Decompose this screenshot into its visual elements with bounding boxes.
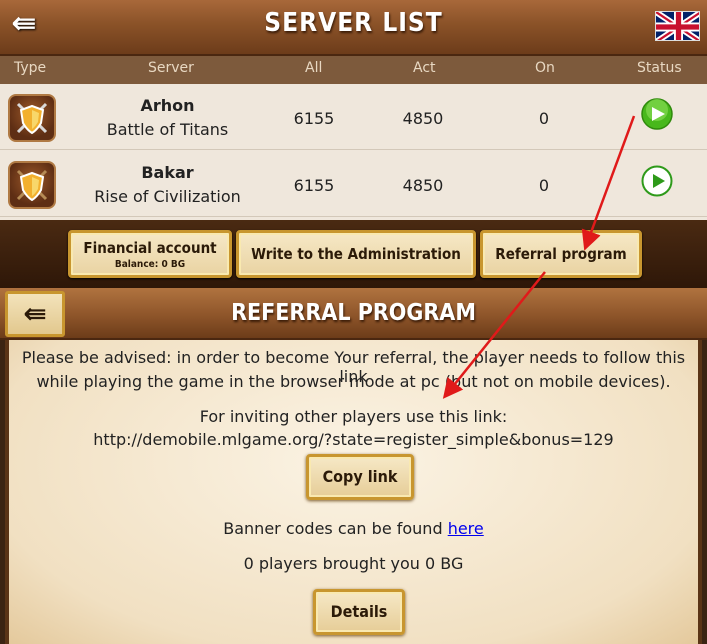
banner-codes-link[interactable]: here bbox=[448, 519, 484, 538]
column-on: On bbox=[535, 60, 555, 76]
shield-axes-icon bbox=[8, 161, 56, 209]
count-on: 0 bbox=[538, 109, 550, 128]
referral-panel: Please be advised: in order to become Yo… bbox=[5, 340, 702, 644]
count-act: 4850 bbox=[402, 176, 444, 195]
count-on: 0 bbox=[538, 176, 550, 195]
table-header: Type Server All Act On Status bbox=[0, 56, 707, 84]
balance-label: Balance: 0 BG bbox=[114, 259, 186, 270]
column-act: Act bbox=[413, 60, 436, 76]
uk-flag-graphic bbox=[656, 12, 699, 40]
page-title: SERVER LIST bbox=[264, 8, 443, 38]
count-act: 4850 bbox=[402, 109, 444, 128]
referral-header: ⇚ REFERRAL PROGRAM bbox=[0, 288, 707, 340]
column-all: All bbox=[305, 60, 323, 76]
table-row[interactable]: Bakar Rise of Civilization 6155 4850 0 bbox=[0, 151, 707, 217]
server-name: Bakar bbox=[141, 163, 194, 182]
server-name: Arhon bbox=[140, 96, 195, 115]
server-subtitle: Battle of Titans bbox=[106, 120, 229, 139]
top-header: ⇚ SERVER LIST bbox=[0, 0, 707, 56]
referral-program-label: Referral program bbox=[495, 245, 627, 263]
banner-codes-prefix: Banner codes can be found bbox=[223, 519, 448, 538]
banner-codes-text: Banner codes can be found here bbox=[9, 519, 698, 538]
invite-label: For inviting other players use this link… bbox=[199, 407, 508, 426]
copy-link-button[interactable]: Copy link bbox=[306, 454, 414, 500]
write-admin-label: Write to the Administration bbox=[251, 245, 461, 263]
referral-title: REFERRAL PROGRAM bbox=[231, 300, 476, 326]
play-green-filled-icon[interactable] bbox=[641, 98, 673, 130]
table-row[interactable]: Arhon Battle of Titans 6155 4850 0 bbox=[0, 84, 707, 150]
count-all: 6155 bbox=[293, 109, 335, 128]
shield-swords-icon bbox=[8, 94, 56, 142]
referral-program-button[interactable]: Referral program bbox=[480, 230, 642, 278]
server-subtitle: Rise of Civilization bbox=[94, 187, 241, 206]
financial-account-button[interactable]: Financial account Balance: 0 BG bbox=[68, 230, 232, 278]
column-server: Server bbox=[148, 60, 194, 76]
shield-swords-graphic bbox=[16, 102, 48, 135]
details-button[interactable]: Details bbox=[313, 589, 405, 635]
action-bar: Financial account Balance: 0 BG Write to… bbox=[0, 220, 707, 288]
play-filled-graphic bbox=[641, 98, 673, 130]
column-type: Type bbox=[14, 60, 47, 76]
server-list: Arhon Battle of Titans 6155 4850 0 Bakar… bbox=[0, 84, 707, 220]
write-admin-button[interactable]: Write to the Administration bbox=[236, 230, 476, 278]
play-outline-graphic bbox=[641, 165, 673, 197]
notice-line-2: while playing the game in the browser mo… bbox=[36, 372, 671, 391]
invite-link[interactable]: http://demobile.mlgame.org/?state=regist… bbox=[9, 430, 698, 449]
financial-account-label: Financial account bbox=[83, 239, 217, 257]
count-all: 6155 bbox=[293, 176, 335, 195]
uk-flag-icon[interactable] bbox=[655, 11, 700, 41]
shield-axes-graphic bbox=[16, 169, 48, 202]
play-green-outline-icon[interactable] bbox=[641, 165, 673, 197]
column-status: Status bbox=[637, 60, 682, 76]
players-brought-text: 0 players brought you 0 BG bbox=[243, 554, 464, 573]
